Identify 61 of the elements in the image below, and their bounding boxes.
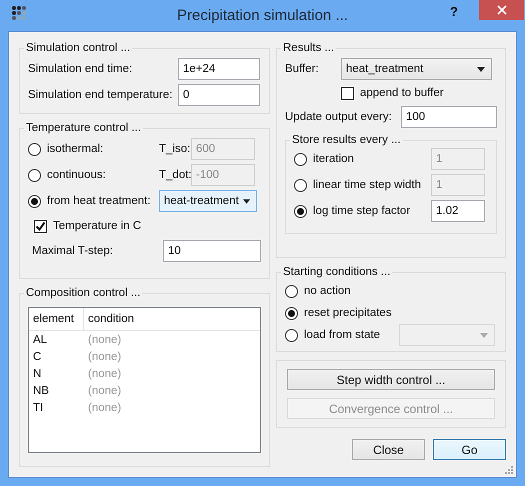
input-field[interactable]: 1.02 [431,200,485,222]
radio-label: continuous: [47,169,107,181]
group-title: Composition control ... [25,287,142,299]
radio-label: isothermal: [47,143,104,155]
caret-icon [480,332,488,338]
resize-grip-icon [505,466,513,474]
radio-label: no action [304,285,352,297]
group-title: Starting conditions ... [282,266,392,278]
input-field[interactable]: 10 [163,240,261,262]
caret-icon [477,66,485,72]
checkbox-label: append to buffer [360,87,444,99]
close-icon [496,5,506,15]
radio-button[interactable] [28,194,41,208]
table-cell-text: N [32,368,42,380]
column-header[interactable]: element [29,308,84,330]
dropdown[interactable]: heat_treatment [341,58,492,80]
help-button[interactable]: ? [446,4,462,19]
radio-label: log time step factor [313,205,412,217]
table-cell-text: C [32,350,42,362]
group-title: Simulation control ... [25,42,132,54]
input-field[interactable]: 0 [178,84,260,106]
window-title: Precipitation simulation ... [177,7,348,24]
checkbox[interactable] [341,86,354,100]
dropdown[interactable]: heat-treatment [159,190,257,212]
table-cell-text: NB [32,384,50,396]
table-cell-text: (none) [87,334,122,346]
group-title: Results ... [282,42,336,54]
input-field[interactable]: 100 [401,106,497,128]
parameter-label: T_dot: [159,169,191,181]
field-label: Buffer: [285,63,320,75]
dots-icon [11,5,29,23]
table-cell-text: (none) [87,368,122,380]
caret-icon [242,198,250,204]
group-title: Store results every ... [291,134,402,146]
group-title: Temperature control ... [25,122,142,134]
push-button[interactable]: Go [433,439,506,460]
field-label: Maximal T-step: [31,245,114,257]
radio-button[interactable] [294,204,307,218]
checkbox-label: Temperature in C [53,220,142,232]
input-field[interactable]: 1e+24 [178,58,260,80]
checkbox[interactable] [34,220,47,232]
table-cell-text: TI [32,402,44,414]
field-label: Simulation end time: [28,63,134,75]
close-button[interactable] [479,0,524,20]
table-cell-text: (none) [87,402,122,414]
push-button[interactable]: Step width control ... [287,369,495,390]
radio-button[interactable] [285,284,298,298]
field-label: Update output every: [285,111,393,123]
push-button[interactable]: Close [352,439,425,460]
radio-button[interactable] [285,306,298,320]
table-cell-text: (none) [87,350,122,362]
field-label: Simulation end temperature: [28,89,174,101]
table-cell-text: AL [32,334,48,346]
radio-label: linear time step width [313,179,422,191]
radio-label: iteration [313,153,355,165]
radio-label: from heat treatment: [47,195,152,207]
table-cell-text: (none) [87,384,122,396]
radio-label: load from state [304,329,382,341]
parameter-label: T_iso: [159,143,191,155]
column-header[interactable]: condition [84,308,134,330]
radio-label: reset precipitates [304,307,393,319]
